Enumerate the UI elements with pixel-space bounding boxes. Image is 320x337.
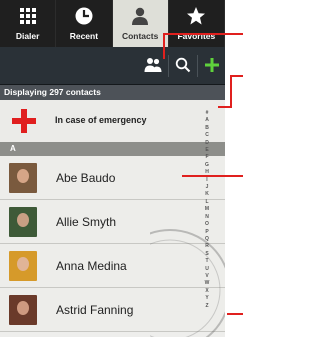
groups-icon [144, 58, 162, 72]
callout-line [218, 106, 232, 108]
search-button[interactable] [170, 51, 196, 79]
callout-line [163, 33, 165, 59]
tab-recent-label: Recent [69, 31, 99, 41]
alphabet-index-letter[interactable]: P [205, 229, 208, 236]
alphabet-index-letter[interactable]: A [205, 117, 209, 124]
alphabet-index-letter[interactable]: T [205, 258, 208, 265]
emergency-contacts-row[interactable]: In case of emergency [0, 100, 225, 143]
callout-line [227, 313, 243, 315]
tab-dialer-label: Dialer [15, 31, 40, 41]
alphabet-index[interactable]: # A B C D E F G H I J K L M N O P Q R S T U V W X Y Z [202, 110, 212, 310]
alphabet-index-letter[interactable]: Z [205, 303, 208, 310]
avatar [9, 251, 37, 281]
section-header: A [0, 142, 225, 156]
contact-name: Allie Smyth [56, 215, 117, 229]
alphabet-index-letter[interactable]: Y [205, 295, 208, 302]
avatar [9, 295, 37, 325]
contact-row[interactable]: Anna Medina [0, 244, 225, 288]
alphabet-index-letter[interactable]: D [205, 140, 209, 147]
alphabet-index-letter[interactable]: I [206, 177, 207, 184]
dialpad-icon [19, 8, 36, 24]
tab-favorites[interactable]: Favorites [169, 0, 225, 47]
tab-dialer[interactable]: Dialer [0, 0, 57, 47]
callout-line [163, 33, 243, 35]
tab-contacts[interactable]: Contacts [112, 0, 169, 47]
person-icon [132, 7, 149, 25]
search-icon [175, 57, 191, 73]
clock-icon [75, 7, 93, 25]
alphabet-index-letter[interactable]: # [206, 110, 209, 117]
avatar [9, 207, 37, 237]
alphabet-index-letter[interactable]: R [205, 243, 209, 250]
alphabet-index-letter[interactable]: C [205, 132, 209, 139]
callout-line [182, 175, 243, 177]
contacts-screen: Dialer Recent Contacts Favorites Display… [0, 0, 225, 337]
emergency-label: In case of emergency [55, 115, 147, 125]
action-bar [0, 47, 225, 85]
alphabet-index-letter[interactable]: W [205, 280, 210, 287]
alphabet-index-letter[interactable]: Q [205, 236, 209, 243]
alphabet-index-letter[interactable]: J [206, 184, 209, 191]
avatar [9, 163, 37, 193]
contact-row[interactable]: Astrid Fanning [0, 288, 225, 332]
callout-line [230, 75, 232, 107]
alphabet-index-letter[interactable]: M [205, 206, 209, 213]
tab-contacts-label: Contacts [121, 31, 159, 41]
contact-row[interactable]: Abe Baudo [0, 156, 225, 200]
alphabet-index-letter[interactable]: V [205, 273, 208, 280]
add-contact-icon [205, 58, 219, 72]
alphabet-index-letter[interactable]: F [205, 154, 208, 161]
alphabet-index-letter[interactable]: L [205, 199, 208, 206]
star-icon [187, 7, 206, 25]
contact-count: Displaying 297 contacts [0, 85, 225, 100]
add-contact-button[interactable] [199, 51, 225, 79]
emergency-plus-icon [12, 109, 36, 133]
alphabet-index-letter[interactable]: O [205, 221, 209, 228]
tab-recent[interactable]: Recent [56, 0, 113, 47]
alphabet-index-letter[interactable]: E [205, 147, 208, 154]
alphabet-index-letter[interactable]: K [205, 191, 209, 198]
contact-list: Abe Baudo Allie Smyth Anna Medina Astrid… [0, 156, 225, 332]
alphabet-index-letter[interactable]: N [205, 214, 209, 221]
contact-name: Abe Baudo [56, 171, 116, 185]
contact-row[interactable]: Allie Smyth [0, 200, 225, 244]
contact-name: Anna Medina [56, 259, 127, 273]
alphabet-index-letter[interactable]: X [205, 288, 208, 295]
alphabet-index-letter[interactable]: U [205, 266, 209, 273]
alphabet-index-letter[interactable]: S [205, 251, 208, 258]
contact-name: Astrid Fanning [56, 303, 134, 317]
alphabet-index-letter[interactable]: B [205, 125, 209, 132]
alphabet-index-letter[interactable]: G [205, 162, 209, 169]
tab-bar: Dialer Recent Contacts Favorites [0, 0, 225, 47]
